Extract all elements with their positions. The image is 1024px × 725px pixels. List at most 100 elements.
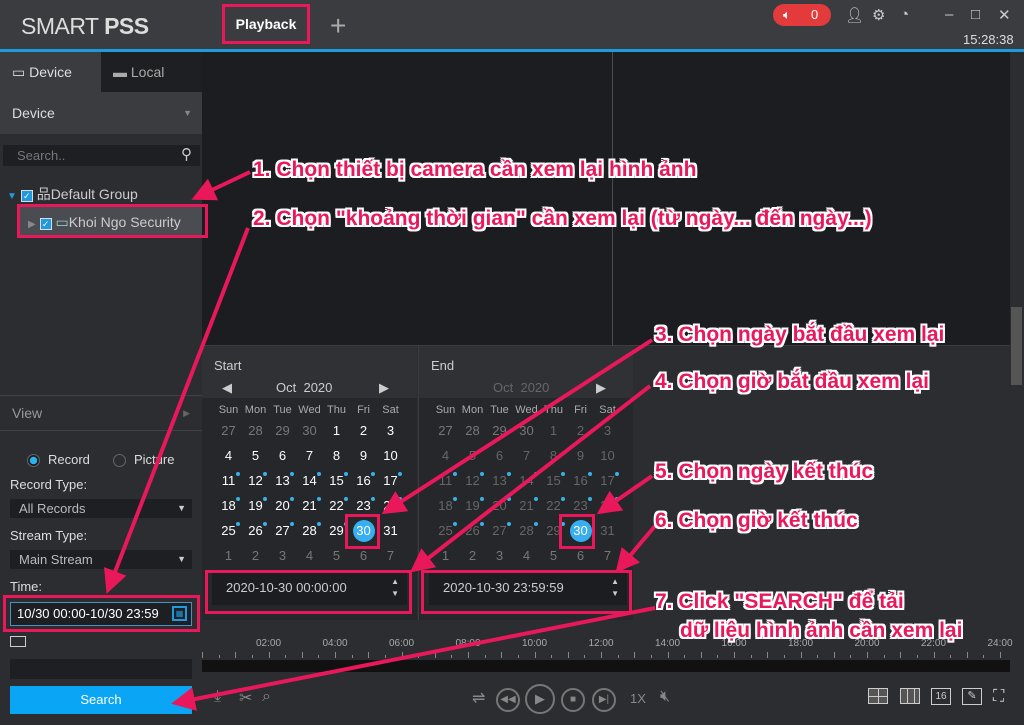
calendar-day[interactable]: 2 [567, 420, 594, 442]
calendar-day[interactable]: 29 [269, 420, 296, 442]
mute-icon[interactable]: 🔇︎ [660, 688, 670, 706]
calendar-day[interactable]: 13 [486, 470, 513, 492]
calendar-day[interactable]: 4 [513, 545, 540, 567]
calendar-day[interactable]: 4 [432, 445, 459, 467]
layout-16-icon[interactable]: 16 [931, 688, 951, 705]
download-icon[interactable]: ⤓ [214, 688, 221, 706]
calendar-day[interactable]: 14 [513, 470, 540, 492]
layout-9-icon[interactable] [900, 688, 920, 704]
close-icon[interactable]: ✕ [998, 6, 1011, 24]
calendar-day[interactable]: 3 [594, 420, 621, 442]
stream-type-select[interactable]: Main Stream [10, 550, 192, 569]
calendar-day[interactable]: 28 [459, 420, 486, 442]
calendar-day[interactable]: 6 [269, 445, 296, 467]
calendar-day[interactable]: 25 [432, 520, 459, 542]
radio-picture[interactable]: Picture [113, 452, 174, 468]
calendar-day[interactable]: 28 [296, 520, 323, 542]
calendar-day[interactable]: 5 [459, 445, 486, 467]
calendar-day[interactable]: 29 [486, 420, 513, 442]
performance-icon[interactable]: ◔ [900, 6, 909, 23]
calendar-day[interactable]: 1 [215, 545, 242, 567]
record-type-select[interactable]: All Records [10, 499, 192, 518]
calendar-day[interactable]: 1 [323, 420, 350, 442]
view-section[interactable]: View ▶ [0, 395, 202, 431]
calendar-day[interactable]: 31 [377, 520, 404, 542]
calendar-day[interactable]: 10 [594, 445, 621, 467]
calendar-day[interactable]: 1 [540, 420, 567, 442]
calendar-day[interactable]: 30 [296, 420, 323, 442]
calendar-day[interactable]: 16 [350, 470, 377, 492]
checkbox[interactable]: ✓ [20, 190, 33, 202]
calendar-day[interactable]: 27 [215, 420, 242, 442]
calendar-day[interactable]: 4 [215, 445, 242, 467]
sync-icon[interactable]: ⇌ [472, 688, 485, 708]
maximize-icon[interactable]: □ [971, 6, 980, 23]
calendar-day[interactable]: 24 [594, 495, 621, 517]
calendar-day[interactable]: 3 [269, 545, 296, 567]
calendar-day[interactable]: 18 [432, 495, 459, 517]
calendar-day[interactable]: 8 [540, 445, 567, 467]
calendar-day[interactable]: 19 [459, 495, 486, 517]
calendar-day[interactable]: 28 [242, 420, 269, 442]
prev-month-icon[interactable]: ◀ [222, 380, 232, 396]
calendar-day[interactable]: 13 [269, 470, 296, 492]
calendar-day[interactable]: 28 [513, 520, 540, 542]
calendar-day[interactable]: 26 [242, 520, 269, 542]
calendar-day[interactable]: 17 [377, 470, 404, 492]
alarm-button[interactable]: 🔈︎ 0 [773, 4, 831, 26]
search-icon[interactable]: ⚲ [181, 144, 192, 165]
edit-icon[interactable]: ✎ [962, 688, 982, 705]
next-month-icon[interactable]: ▶ [596, 380, 606, 396]
calendar-day[interactable]: 14 [296, 470, 323, 492]
calendar-day[interactable]: 18 [215, 495, 242, 517]
calendar-day[interactable]: 21 [513, 495, 540, 517]
calendar-day[interactable]: 4 [296, 545, 323, 567]
scrollbar-thumb[interactable] [1011, 307, 1022, 385]
calendar-day[interactable]: 10 [377, 445, 404, 467]
calendar-day[interactable]: 3 [377, 420, 404, 442]
calendar-day[interactable]: 12 [242, 470, 269, 492]
calendar-day[interactable]: 30 [513, 420, 540, 442]
tab-local[interactable]: ▬ Local [101, 52, 202, 92]
speed-label[interactable]: 1X [630, 691, 646, 706]
calendar-day[interactable]: 3 [486, 545, 513, 567]
calendar-day[interactable]: 19 [242, 495, 269, 517]
calendar-day[interactable]: 8 [323, 445, 350, 467]
minimize-icon[interactable]: – [945, 6, 953, 23]
calendar-day[interactable]: 9 [567, 445, 594, 467]
add-tab-button[interactable]: + [330, 10, 346, 42]
calendar-day[interactable]: 2 [242, 545, 269, 567]
calendar-day[interactable]: 20 [269, 495, 296, 517]
calendar-day[interactable]: 16 [567, 470, 594, 492]
radio-record[interactable]: Record [27, 452, 90, 468]
calendar-day[interactable]: 15 [323, 470, 350, 492]
timeline-track[interactable] [202, 660, 1010, 672]
calendar-day[interactable]: 5 [242, 445, 269, 467]
calendar-day[interactable]: 31 [594, 520, 621, 542]
calendar-day[interactable]: 6 [486, 445, 513, 467]
calendar-day[interactable]: 27 [486, 520, 513, 542]
device-select[interactable]: Device ▼ [0, 92, 202, 134]
next-month-icon[interactable]: ▶ [379, 380, 389, 396]
clip-icon[interactable]: ✂ [239, 688, 252, 708]
user-icon[interactable]: 👤︎ [845, 6, 864, 24]
search-input[interactable]: Search.. ⚲ [3, 145, 200, 166]
calendar-day[interactable]: 11 [215, 470, 242, 492]
rewind-button[interactable]: ◀◀ [496, 688, 520, 712]
calendar-day[interactable]: 26 [459, 520, 486, 542]
calendar-day[interactable]: 2 [459, 545, 486, 567]
search-button[interactable]: Search [10, 686, 192, 714]
calendar-day[interactable]: 20 [486, 495, 513, 517]
calendar-day[interactable]: 27 [432, 420, 459, 442]
play-button[interactable]: ▶ [525, 684, 555, 714]
fullscreen-icon[interactable]: ⛶ [993, 688, 1004, 706]
calendar-day[interactable]: 2 [350, 420, 377, 442]
stop-button[interactable]: ■ [561, 688, 585, 712]
video-area[interactable] [202, 52, 1010, 346]
calendar-day[interactable]: 7 [594, 545, 621, 567]
calendar-day[interactable]: 17 [594, 470, 621, 492]
expand-icon[interactable]: ▼ [7, 191, 17, 202]
calendar-day[interactable]: 7 [377, 545, 404, 567]
next-frame-button[interactable]: ▶| [592, 688, 616, 712]
calendar-day[interactable]: 1 [432, 545, 459, 567]
